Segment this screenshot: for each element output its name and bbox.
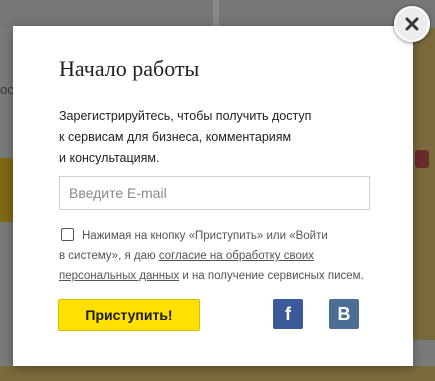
consent-link[interactable]: персональных данных <box>59 270 179 282</box>
consent-block: Нажимая на кнопку «Приступить» или «Войт… <box>59 226 389 286</box>
consent-link[interactable]: согласие на обработку своих <box>159 250 314 262</box>
description-line: к сервисам для бизнеса, комментариям <box>59 130 292 144</box>
vk-login-button[interactable]: B <box>329 299 359 329</box>
email-field[interactable] <box>59 176 370 210</box>
background-yellow-block <box>0 158 14 222</box>
consent-text: и на получение сервисных писем. <box>179 270 364 282</box>
signup-modal: Начало работы Зарегистрируйтесь, чтобы п… <box>13 26 413 366</box>
modal-description: Зарегистрируйтесь, чтобы получить доступ… <box>59 106 359 169</box>
close-button[interactable] <box>394 6 430 42</box>
submit-button[interactable]: Приступить! <box>58 299 200 331</box>
description-line: и консультациям. <box>59 151 160 165</box>
consent-line-2: в систему», я даю согласие на обработку … <box>59 246 389 266</box>
background-badge <box>415 150 429 168</box>
background-text: ос <box>0 82 14 97</box>
description-line: Зарегистрируйтесь, чтобы получить доступ <box>59 109 312 123</box>
modal-title: Начало работы <box>59 56 200 81</box>
consent-checkbox[interactable] <box>61 228 74 241</box>
background-divider <box>213 0 219 28</box>
vk-icon: B <box>337 304 351 324</box>
facebook-icon: f <box>285 304 291 324</box>
consent-line-1: Нажимая на кнопку «Приступить» или «Войт… <box>59 226 389 246</box>
facebook-login-button[interactable]: f <box>273 299 303 329</box>
consent-text: в систему», я даю <box>59 250 159 262</box>
background-footer <box>0 366 435 381</box>
background-right-panel <box>412 28 435 340</box>
close-icon <box>405 17 419 31</box>
consent-text: Нажимая на кнопку «Приступить» или «Войт… <box>82 230 328 242</box>
consent-line-3: персональных данных и на получение серви… <box>59 266 389 286</box>
